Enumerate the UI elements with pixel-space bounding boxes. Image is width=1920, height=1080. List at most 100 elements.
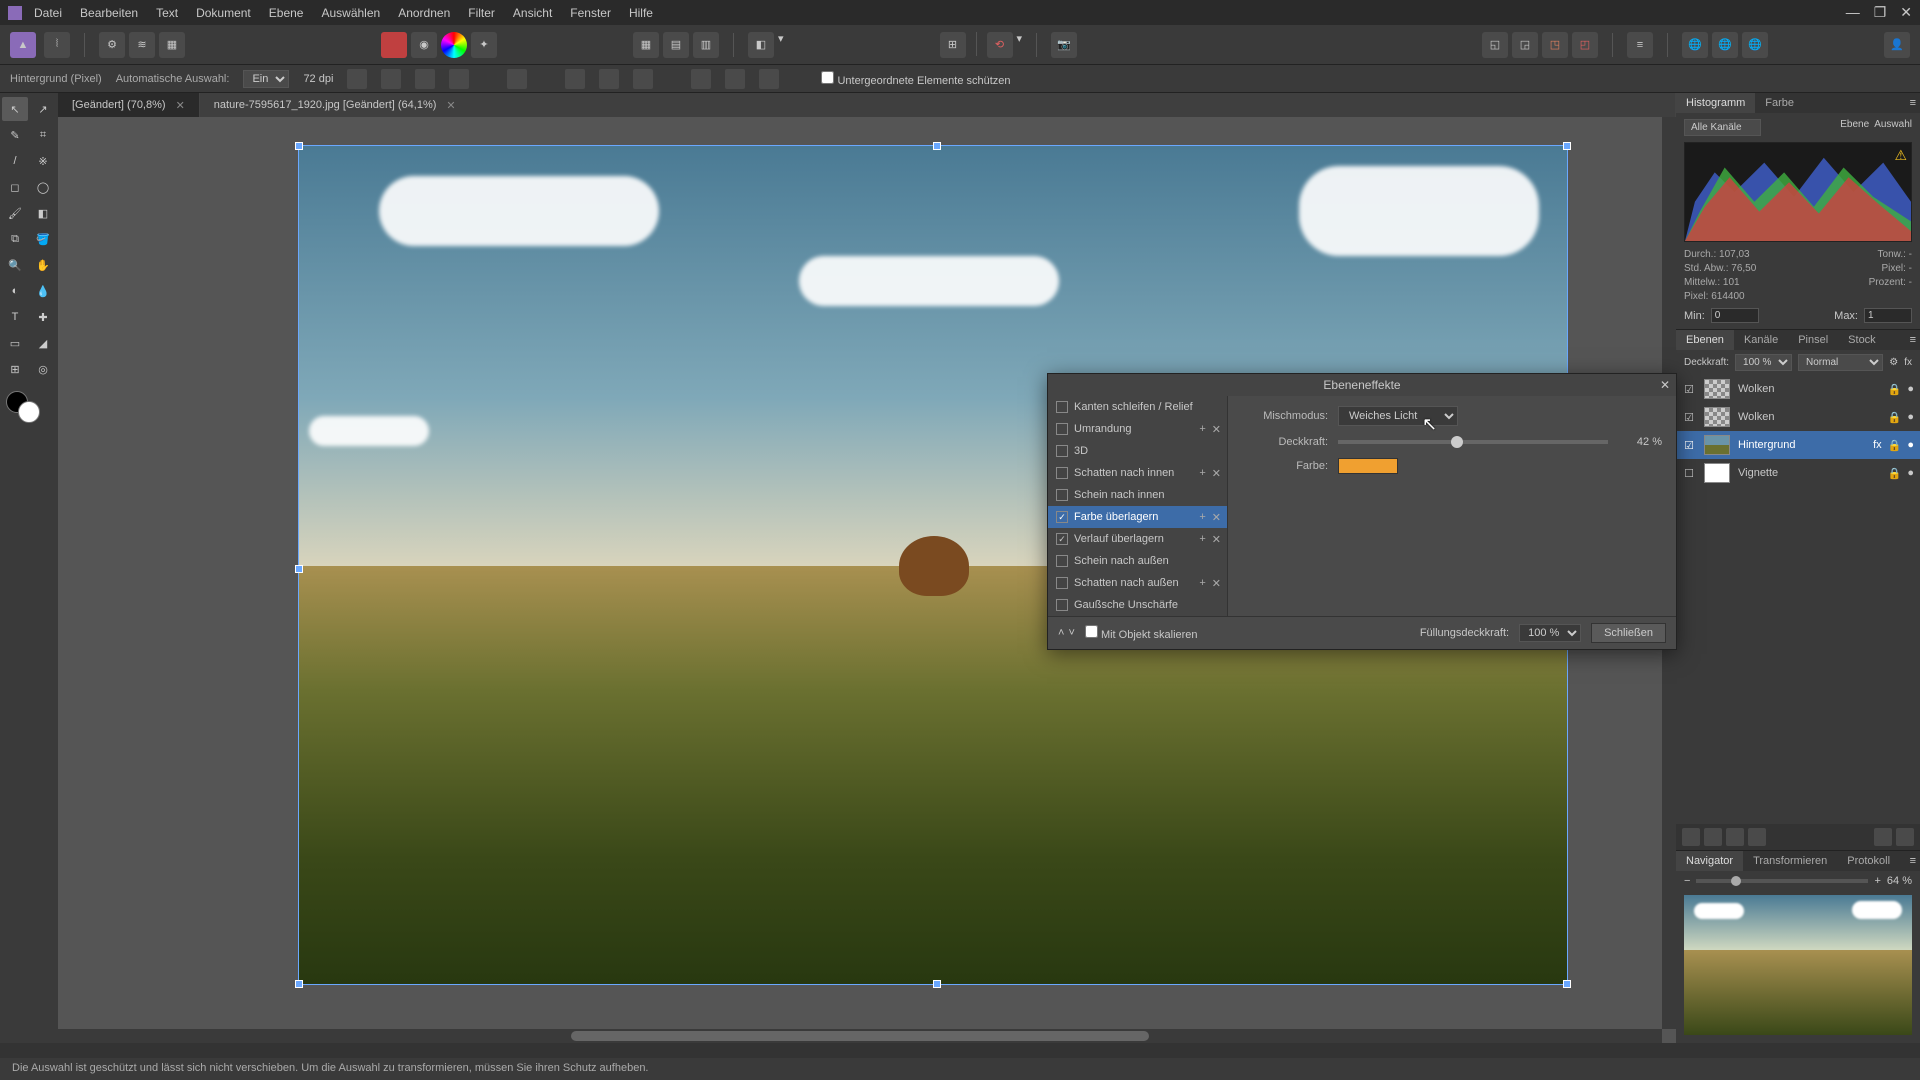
document-tab[interactable]: nature-7595617_1920.jpg [Geändert] (64,1… [200,93,1676,117]
arrow-up-icon[interactable]: ˄ [1058,627,1064,639]
menu-filter[interactable]: Filter [468,6,495,20]
effect-item[interactable]: Schein nach innen [1048,484,1227,506]
visibility-icon[interactable]: ● [1907,439,1914,452]
menu-ansicht[interactable]: Ansicht [513,6,552,20]
blend-mode-dropdown[interactable]: Weiches Licht [1338,406,1458,426]
scale-with-object-checkbox[interactable]: Mit Objekt skalieren [1085,625,1198,641]
lock-icon[interactable]: 🔒 [1888,439,1902,452]
close-button[interactable]: ✕ [1900,4,1912,21]
minimize-button[interactable]: — [1846,4,1860,21]
effect-item[interactable]: Verlauf überlagern+✕ [1048,528,1227,550]
dialog-close-button[interactable]: ✕ [1660,378,1670,392]
stack-icon-1[interactable]: ◱ [1482,32,1508,58]
zoom-out-button[interactable]: − [1684,875,1690,887]
ctx-icon-1[interactable] [347,69,367,89]
globe-icon-3[interactable]: 🌐 [1742,32,1768,58]
fx-icon[interactable]: fx [1904,357,1912,368]
tab-layers[interactable]: Ebenen [1676,330,1734,350]
ctx-icon-4[interactable] [449,69,469,89]
stack-icon-4[interactable]: ◰ [1572,32,1598,58]
shape-tool[interactable]: ▭ [2,331,28,355]
stack-icon-3[interactable]: ◳ [1542,32,1568,58]
menu-text[interactable]: Text [156,6,178,20]
fx-opacity-slider[interactable] [1338,440,1608,444]
color-swatches[interactable] [2,391,56,427]
globe-icon-1[interactable]: 🌐 [1682,32,1708,58]
fill-tool[interactable]: 🪣 [30,227,56,251]
gear-icon[interactable]: ⚙ [1889,357,1898,368]
close-tab-icon[interactable]: ✕ [446,99,455,112]
layer-row[interactable]: ☑Wolken🔒● [1676,403,1920,431]
align-left-icon[interactable] [565,69,585,89]
layer-row[interactable]: ☐Vignette🔒● [1676,459,1920,487]
effect-item[interactable]: Schatten nach innen+✕ [1048,462,1227,484]
effect-item[interactable]: Farbe überlagern+✕ [1048,506,1227,528]
align-icon[interactable]: ≡ [1627,32,1653,58]
move-tool[interactable]: ↖ [2,97,28,121]
ctx-icon-3[interactable] [415,69,435,89]
eyedropper-icon[interactable]: ◉ [411,32,437,58]
fx-color-swatch[interactable] [1338,458,1398,474]
swatch-red-icon[interactable] [381,32,407,58]
effect-checkbox[interactable] [1056,401,1068,413]
panel-menu-icon[interactable]: ≡ [1906,93,1920,113]
grid-icon-2[interactable]: ▤ [663,32,689,58]
globe-icon-2[interactable]: 🌐 [1712,32,1738,58]
lock-icon[interactable]: 🔒 [1888,383,1902,396]
dialog-title[interactable]: Ebeneneffekte ✕ [1048,374,1676,396]
chevron-down-icon[interactable]: ▾ [1017,32,1023,58]
min-input[interactable] [1711,308,1759,323]
close-button[interactable]: Schließen [1591,623,1666,643]
effect-checkbox[interactable] [1056,533,1068,545]
fx-button[interactable] [1726,828,1744,846]
gradient-tool[interactable]: ◢ [30,331,56,355]
tab-navigator[interactable]: Navigator [1676,851,1743,871]
stack-icon-2[interactable]: ◲ [1512,32,1538,58]
menu-hilfe[interactable]: Hilfe [629,6,653,20]
effect-item[interactable]: Umrandung+✕ [1048,418,1227,440]
effect-checkbox[interactable] [1056,599,1068,611]
arrow-down-icon[interactable]: ˅ [1068,627,1074,639]
hist-tab-layer[interactable]: Ebene [1840,119,1869,130]
effect-checkbox[interactable] [1056,511,1068,523]
layer-visibility-checkbox[interactable]: ☑ [1682,439,1696,452]
add-effect-icon[interactable]: + [1199,533,1205,546]
add-effect-icon[interactable]: + [1199,423,1205,436]
persona-icon[interactable]: ⦚ [44,32,70,58]
account-icon[interactable]: 👤 [1884,32,1910,58]
protect-checkbox[interactable]: Untergeordnete Elemente schützen [821,71,1010,87]
layer-visibility-checkbox[interactable]: ☐ [1682,467,1696,480]
align-middle-icon[interactable] [725,69,745,89]
blend-dropdown[interactable]: Normal [1798,354,1883,371]
menu-anordnen[interactable]: Anordnen [398,6,450,20]
lock-icon[interactable]: 🔒 [1888,467,1902,480]
layer-visibility-checkbox[interactable]: ☑ [1682,383,1696,396]
add-layer-button[interactable] [1874,828,1892,846]
effect-checkbox[interactable] [1056,423,1068,435]
fx-badge-icon[interactable]: fx [1873,439,1882,452]
add-effect-icon[interactable]: + [1199,577,1205,590]
remove-effect-icon[interactable]: ✕ [1212,467,1221,480]
ctx-icon-5[interactable] [507,69,527,89]
horizontal-scrollbar[interactable] [58,1029,1662,1043]
ctx-icon-2[interactable] [381,69,401,89]
align-top-icon[interactable] [691,69,711,89]
auto-select-dropdown[interactable]: Ein [243,70,289,88]
effect-checkbox[interactable] [1056,445,1068,457]
layer-row[interactable]: ☑Hintergrundfx🔒● [1676,431,1920,459]
mask-button[interactable] [1682,828,1700,846]
effect-item[interactable]: Kanten schleifen / Relief [1048,396,1227,418]
pen-tool[interactable]: ✎ [2,123,28,147]
remove-effect-icon[interactable]: ✕ [1212,423,1221,436]
camera-icon[interactable]: 📷 [1051,32,1077,58]
delete-layer-button[interactable] [1896,828,1914,846]
target-tool[interactable]: ◎ [30,357,56,381]
marquee-tool[interactable]: ◻ [2,175,28,199]
tab-channels[interactable]: Kanäle [1734,330,1788,350]
tool-icon-2[interactable]: ≋ [129,32,155,58]
clone-tool[interactable]: ⧉ [2,227,28,251]
effect-item[interactable]: Schatten nach außen+✕ [1048,572,1227,594]
group-button[interactable] [1748,828,1766,846]
panel-menu-icon[interactable]: ≡ [1906,851,1920,871]
lasso-tool[interactable]: ◯ [30,175,56,199]
